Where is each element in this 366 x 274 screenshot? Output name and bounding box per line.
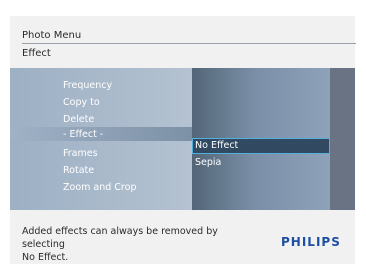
menu-item-rotate[interactable]: Rotate <box>63 165 94 176</box>
menu-item-zoom-and-crop[interactable]: Zoom and Crop <box>63 182 136 193</box>
menu-title: Photo Menu <box>22 30 82 41</box>
menu-item-delete[interactable]: Delete <box>63 114 94 125</box>
footer-help-line-1: Added effects can always be removed by s… <box>22 226 218 250</box>
philips-logo: PHILIPS <box>281 235 341 249</box>
menu-item-copy-to[interactable]: Copy to <box>63 97 100 108</box>
footer-help-line-2: No Effect. <box>22 252 69 263</box>
menu-item-frames[interactable]: Frames <box>63 148 98 159</box>
submenu-item-sepia[interactable]: Sepia <box>195 157 221 168</box>
menu-item-frequency[interactable]: Frequency <box>63 80 112 91</box>
menu-item-effect[interactable]: - Effect - <box>63 129 103 140</box>
header-divider <box>22 43 356 44</box>
menu-subtitle: Effect <box>22 48 51 59</box>
right-panel <box>330 68 355 210</box>
submenu-item-no-effect[interactable]: No Effect <box>195 140 238 151</box>
footer-help-text: Added effects can always be removed by s… <box>22 225 242 264</box>
